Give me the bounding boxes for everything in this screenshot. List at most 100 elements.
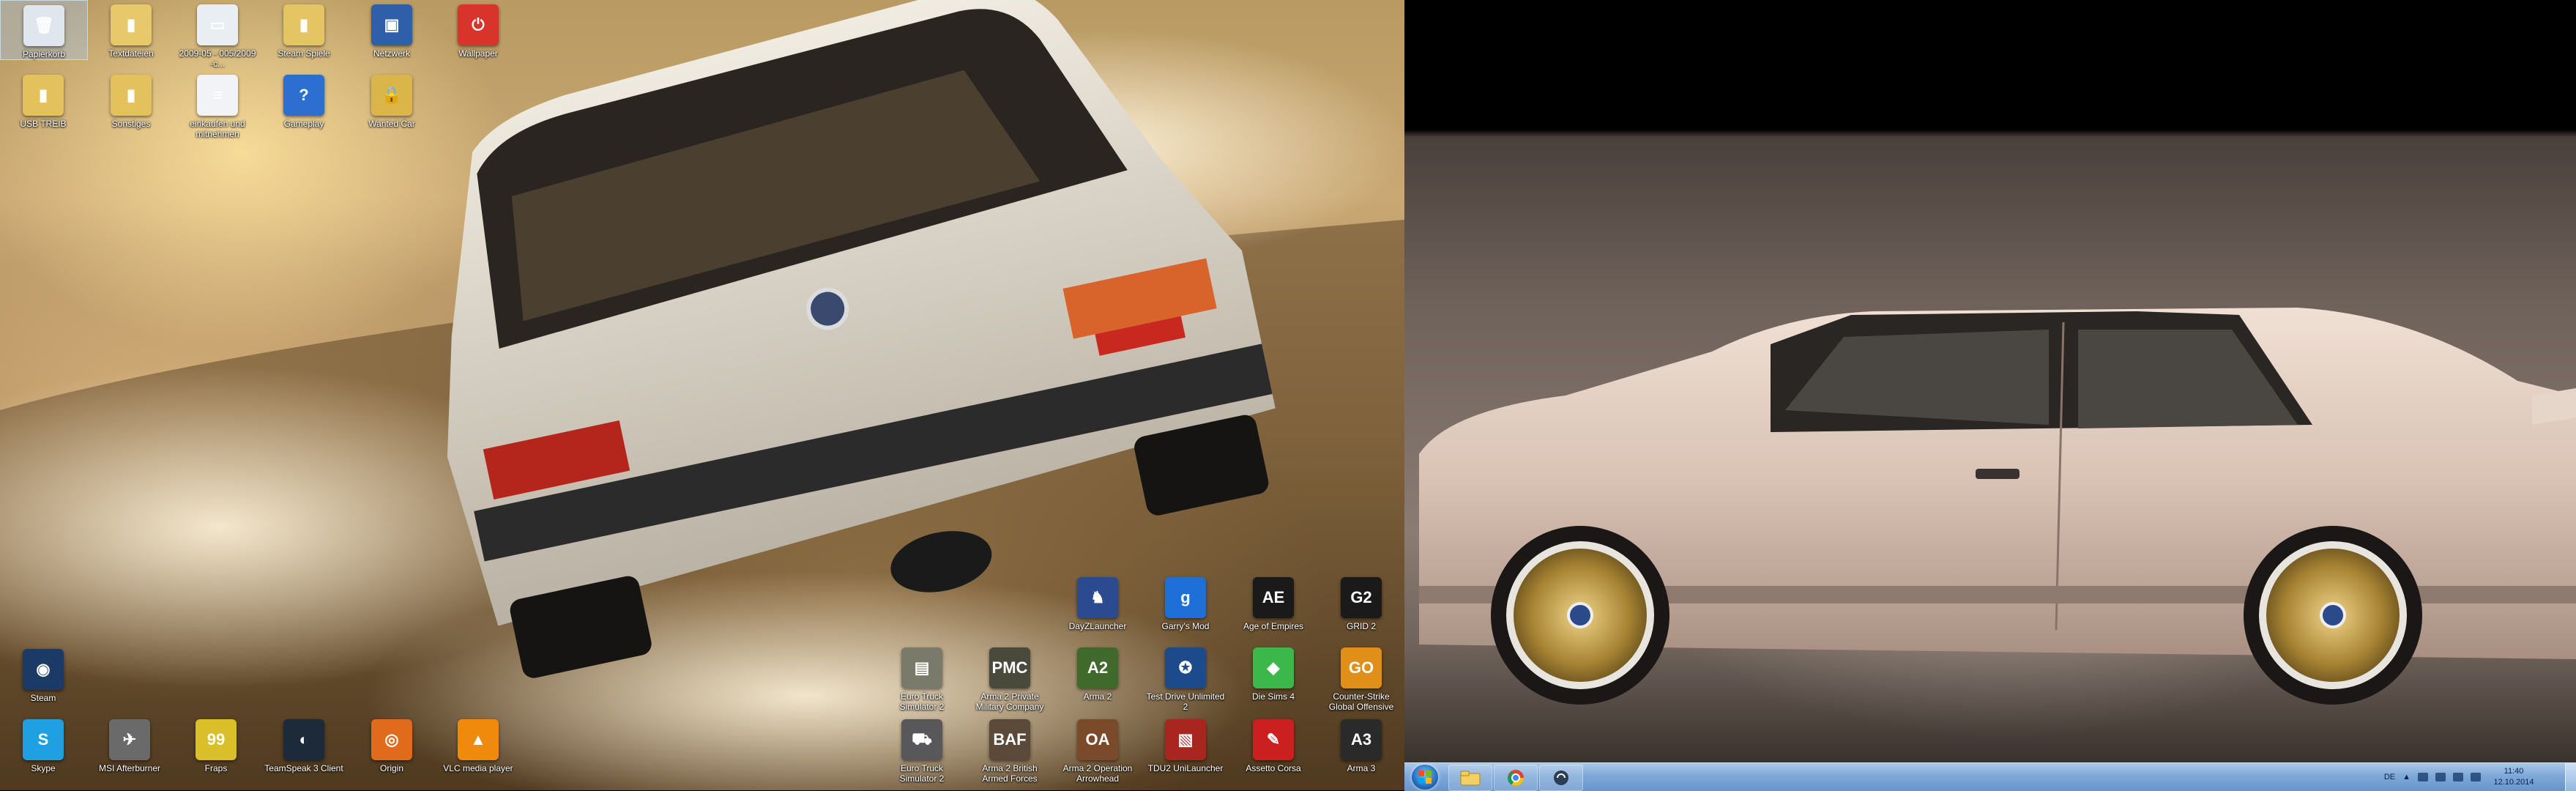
- folder-icon: ▮: [111, 75, 152, 116]
- desktop-shortcut-label: Wallpaper: [458, 48, 498, 59]
- desktop-shortcut[interactable]: A2 Arma 2: [1054, 643, 1141, 702]
- desktop-shortcut[interactable]: AE Age of Empires: [1230, 573, 1317, 631]
- desktop-shortcut[interactable]: ▤ Euro Truck Simulator 2: [879, 643, 965, 712]
- desktop-shortcut[interactable]: 🔒 Wanted Car: [349, 70, 435, 129]
- clock-time: 11:40: [2504, 767, 2524, 776]
- start-button[interactable]: [1412, 765, 1438, 790]
- show-desktop-button[interactable]: [2565, 763, 2576, 791]
- arma2-pmc-icon: PMC: [989, 647, 1030, 688]
- desktop-shortcut[interactable]: ▧ TDU2 UniLauncher: [1142, 715, 1229, 773]
- taskbar: DE ▲ 11:40 12.10.2014: [1404, 762, 2576, 791]
- desktop-shortcut-label: TeamSpeak 3 Client: [264, 763, 343, 773]
- recycle-bin-icon: 🗑: [23, 5, 64, 46]
- bmw-e30-wallpaper: [1419, 308, 2576, 705]
- origin-icon: ◎: [371, 719, 412, 760]
- desktop-shortcut-label: Assetto Corsa: [1246, 763, 1301, 773]
- network-tray-icon[interactable]: [2435, 773, 2446, 781]
- desktop-shortcut-label: GRID 2: [1346, 621, 1376, 631]
- desktop-shortcut[interactable]: ◆ Die Sims 4: [1230, 643, 1317, 702]
- windows-logo-icon: [1418, 770, 1432, 784]
- chrome-icon: [1508, 770, 1524, 786]
- desktop-shortcut[interactable]: ✪ Test Drive Unlimited 2: [1142, 643, 1229, 712]
- desktop-shortcut-label: Netzwerk: [373, 48, 410, 59]
- desktop-shortcut[interactable]: 99 Fraps: [173, 715, 259, 773]
- tray-app-icon[interactable]: [2453, 773, 2463, 781]
- desktop-shortcut[interactable]: ▮ Steam Spiele: [261, 0, 347, 59]
- image-file-icon: ▭: [197, 4, 238, 45]
- assetto-corsa-icon: ✎: [1253, 719, 1294, 760]
- arma3-icon: A3: [1341, 719, 1382, 760]
- language-indicator[interactable]: DE: [2384, 773, 2395, 781]
- desktop-shortcut[interactable]: ▣ Netzwerk: [349, 0, 435, 59]
- tray-app-icon[interactable]: [2418, 773, 2428, 781]
- desktop-shortcut[interactable]: ⏻ Wallpaper: [435, 0, 521, 59]
- desktop-shortcut[interactable]: A3 Arma 3: [1318, 715, 1404, 773]
- desktop-shortcut[interactable]: ▭ 2009-05 - 005/2009 -c...: [174, 0, 261, 69]
- desktop-shortcut[interactable]: PMC Arma 2 Private Military Company: [967, 643, 1053, 712]
- desktop-shortcut[interactable]: ⛟ Euro Truck Simulator 2: [879, 715, 965, 784]
- volume-icon[interactable]: [2471, 773, 2481, 781]
- fraps-icon: 99: [196, 719, 237, 760]
- help-icon: ?: [283, 75, 324, 116]
- desktop-shortcut[interactable]: 🗑 Papierkorb: [0, 0, 88, 60]
- desktop-shortcut-label: Test Drive Unlimited 2: [1146, 691, 1225, 712]
- taskbar-explorer-button[interactable]: [1448, 765, 1492, 791]
- desktop-shortcut[interactable]: S Skype: [0, 715, 86, 773]
- desktop-shortcut-label: einkaufen und mitnehmen: [190, 119, 245, 139]
- steam-icon: ◉: [23, 649, 64, 690]
- folder-icon: ▮: [111, 4, 152, 45]
- desktop-shortcut-label: Euro Truck Simulator 2: [899, 763, 945, 784]
- desktop-shortcut-label: MSI Afterburner: [98, 763, 161, 773]
- desktop-shortcut-label: Steam: [30, 693, 56, 703]
- dayz-launcher-icon: ♞: [1077, 577, 1118, 618]
- desktop-shortcut[interactable]: ✈ MSI Afterburner: [86, 715, 173, 773]
- desktop-shortcut[interactable]: ◎ Origin: [349, 715, 435, 773]
- csgo-icon: GO: [1341, 647, 1382, 688]
- desktop-shortcut-label: Sonstiges: [111, 119, 151, 129]
- desktop-shortcut-label: Arma 2 Operation Arrowhead: [1062, 763, 1133, 784]
- desktop-shortcut-label: Gameplay: [283, 119, 324, 129]
- desktop-shortcut[interactable]: ▮ Textdateien: [88, 0, 174, 59]
- desktop-shortcut-label: 2009-05 - 005/2009 -c...: [179, 48, 256, 69]
- desktop-shortcut-label: Arma 2 Private Military Company: [975, 691, 1044, 712]
- sims4-icon: ◆: [1253, 647, 1294, 688]
- teamspeak-icon: ◐: [283, 719, 324, 760]
- desktop-shortcut-label: DayZLauncher: [1068, 621, 1127, 631]
- desktop-shortcut-label: Textdateien: [108, 48, 154, 59]
- wallpaper-icon: ⏻: [458, 4, 499, 45]
- desktop-shortcut[interactable]: ≡ einkaufen und mitnehmen: [174, 70, 261, 139]
- desktop-shortcut[interactable]: ◐ TeamSpeak 3 Client: [261, 715, 347, 773]
- desktop-shortcut[interactable]: ? Gameplay: [261, 70, 347, 129]
- desktop-shortcut[interactable]: BAF Arma 2 British Armed Forces: [967, 715, 1053, 784]
- desktop-shortcut-label: Garry's Mod: [1161, 621, 1210, 631]
- clock[interactable]: 11:40 12.10.2014: [2481, 766, 2547, 788]
- desktop-shortcut[interactable]: GO Counter-Strike Global Offensive: [1318, 643, 1404, 712]
- desktop-shortcut-label: Arma 2 British Armed Forces: [982, 763, 1038, 784]
- desktop-shortcut[interactable]: G2 GRID 2: [1318, 573, 1404, 631]
- steam-folder-icon: ▮: [283, 4, 324, 45]
- desktop-shortcut[interactable]: ✎ Assetto Corsa: [1230, 715, 1317, 773]
- desktop-shortcut[interactable]: g Garry's Mod: [1142, 573, 1229, 631]
- desktop-shortcut-label: VLC media player: [443, 763, 513, 773]
- desktop-shortcut-label: Euro Truck Simulator 2: [899, 691, 945, 712]
- desktop-shortcut[interactable]: OA Arma 2 Operation Arrowhead: [1054, 715, 1141, 784]
- desktop-shortcut-label: Steam Spiele: [278, 48, 330, 59]
- desktop-shortcut[interactable]: ▲ VLC media player: [435, 715, 521, 773]
- desktop-shortcut-label: Arma 2: [1083, 691, 1112, 702]
- teamspeak-icon: [1554, 770, 1568, 785]
- tdu2-unilauncher-icon: ▧: [1165, 719, 1206, 760]
- taskbar-teamspeak-button[interactable]: [1539, 765, 1583, 791]
- desktop-shortcut[interactable]: ▮ Sonstiges: [88, 70, 174, 129]
- age-of-empires-icon: AE: [1253, 577, 1294, 618]
- desktop-shortcut[interactable]: ♞ DayZLauncher: [1054, 573, 1141, 631]
- garrys-mod-icon: g: [1165, 577, 1206, 618]
- document-icon: ≡: [197, 75, 238, 116]
- skype-icon: S: [23, 719, 64, 760]
- show-hidden-icons-icon[interactable]: ▲: [2402, 773, 2411, 781]
- desktop-shortcut[interactable]: ◉ Steam: [0, 645, 86, 703]
- taskbar-chrome-button[interactable]: [1494, 765, 1538, 791]
- desktop-shortcut[interactable]: ▮ USB TREIB: [0, 70, 86, 129]
- folder-icon: ▮: [23, 75, 64, 116]
- desktop-shortcut-label: USB TREIB: [20, 119, 67, 129]
- grid-icon: G2: [1341, 577, 1382, 618]
